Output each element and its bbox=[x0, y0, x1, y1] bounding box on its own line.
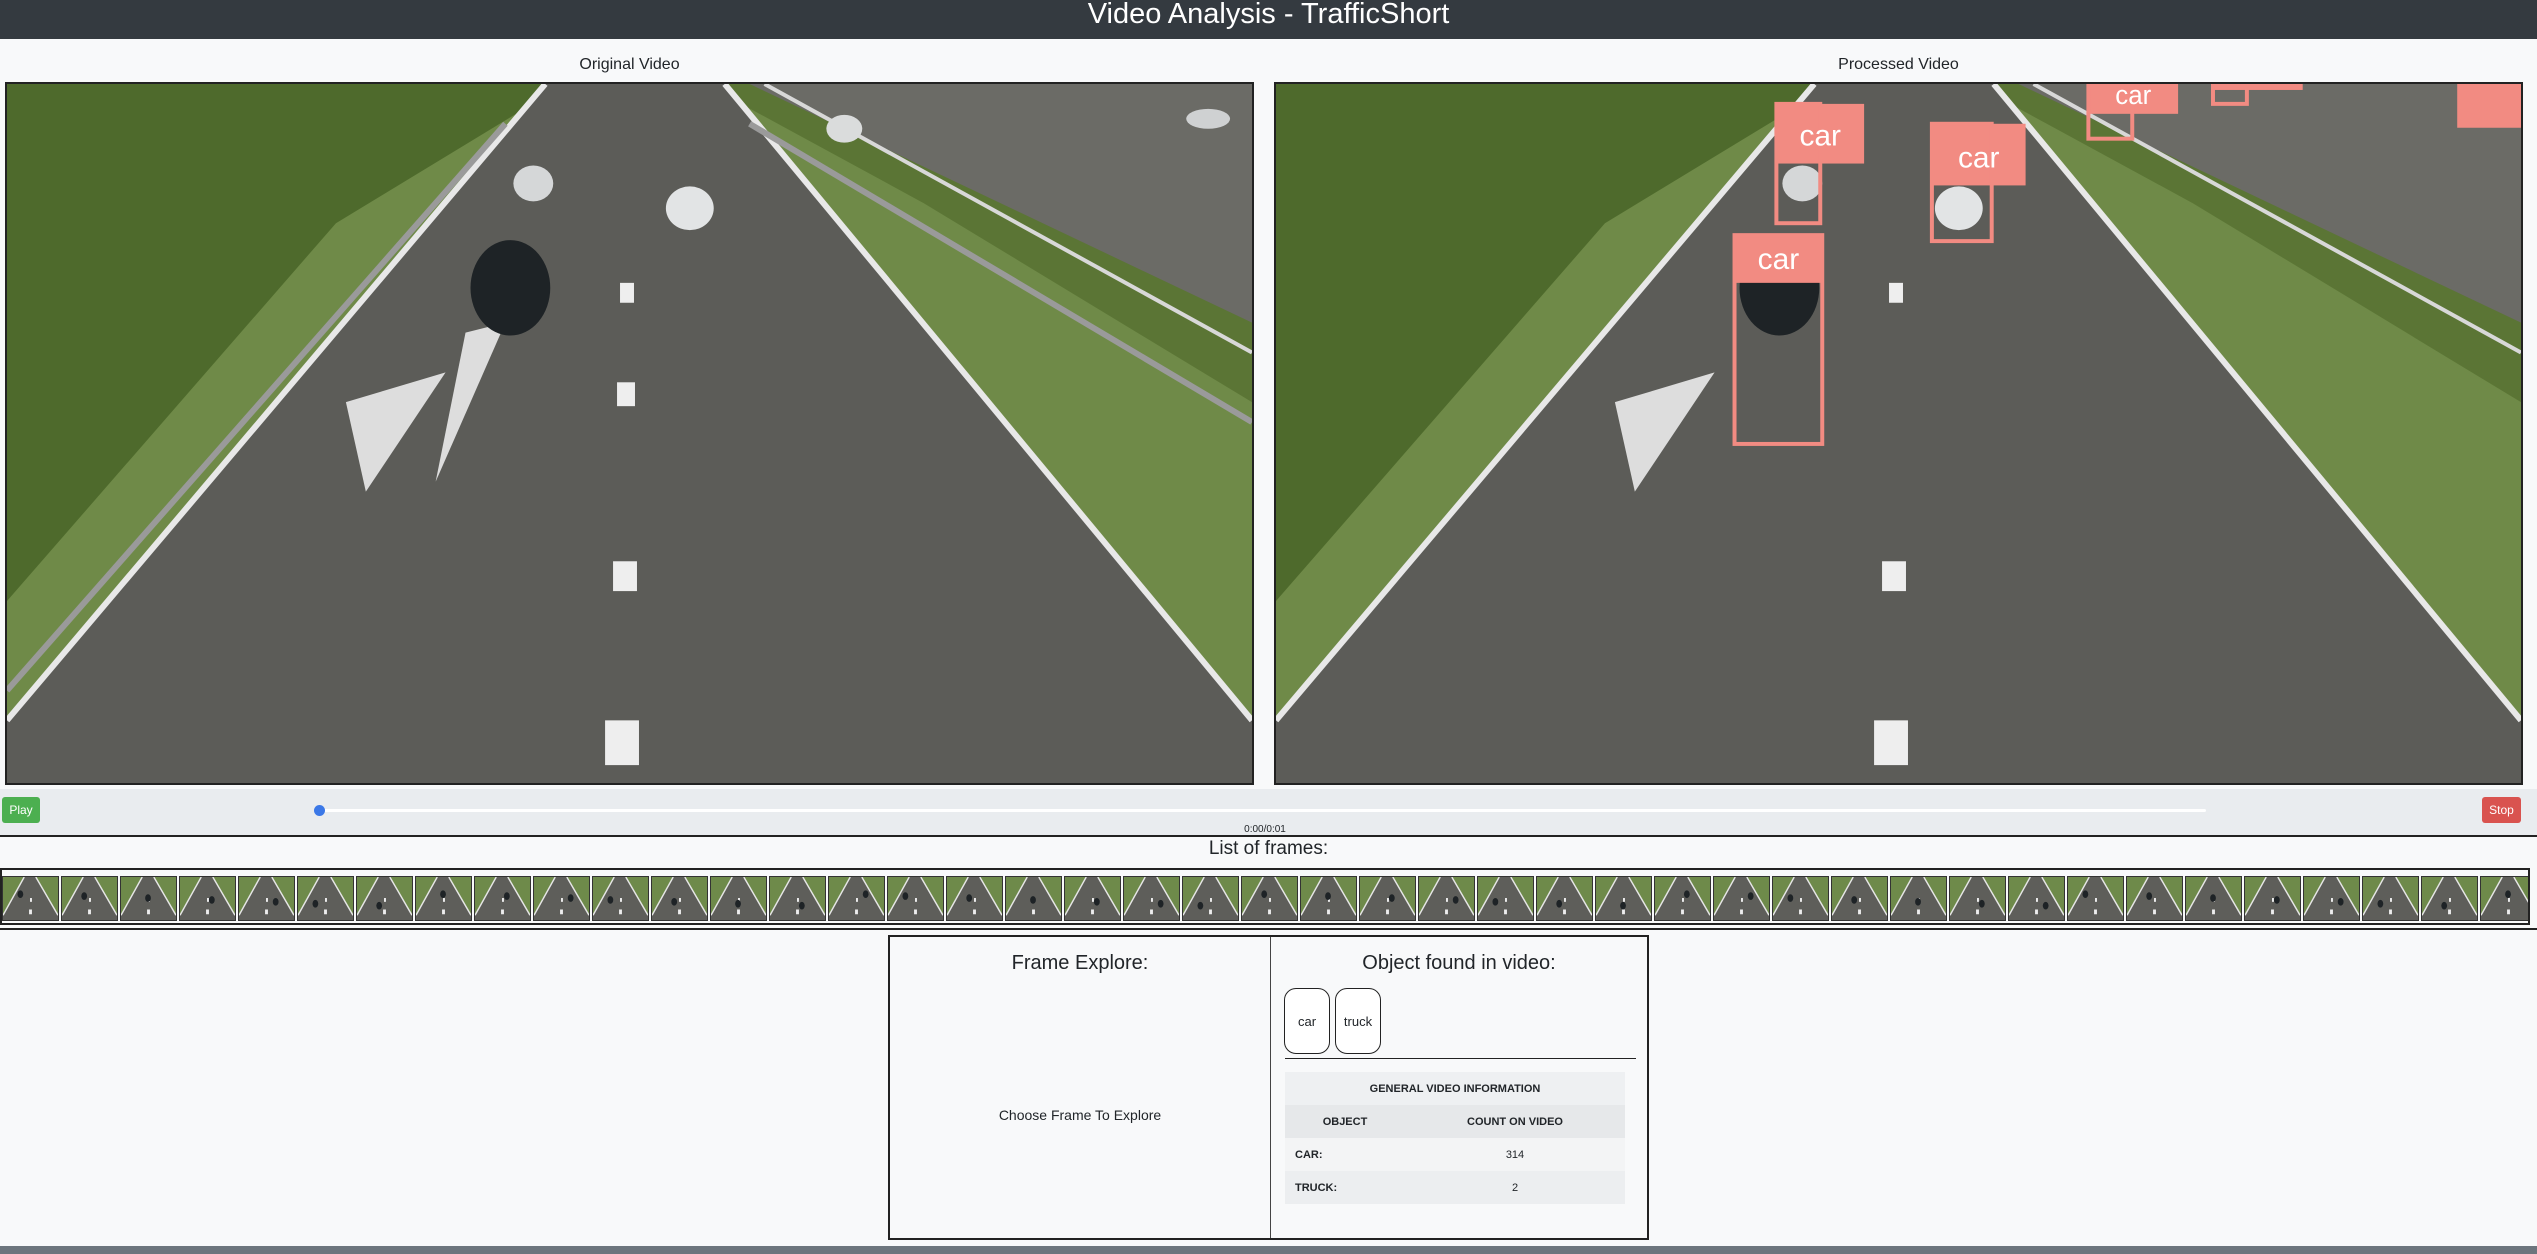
frame-thumbnail[interactable] bbox=[828, 876, 885, 921]
frame-thumbnail[interactable] bbox=[356, 876, 413, 921]
original-video-label: Original Video bbox=[579, 56, 680, 73]
app-header: Video Analysis - TrafficShort bbox=[0, 0, 2537, 39]
play-button[interactable]: Play bbox=[2, 797, 40, 823]
detection-box bbox=[2457, 84, 2521, 128]
page-title: Video Analysis - TrafficShort bbox=[1087, 0, 1450, 30]
playback-controls: Play 0:00/0:01 Stop bbox=[0, 789, 2537, 837]
frame-thumbnail[interactable] bbox=[592, 876, 649, 921]
frame-thumbnail[interactable] bbox=[238, 876, 295, 921]
frame-thumbnail[interactable] bbox=[2480, 876, 2528, 921]
time-display: 0:00/0:01 bbox=[1244, 824, 1286, 835]
frame-thumbnail[interactable] bbox=[474, 876, 531, 921]
panel-divider bbox=[1270, 937, 1271, 1238]
frame-thumbnail[interactable] bbox=[1713, 876, 1770, 921]
frame-thumbnail[interactable] bbox=[533, 876, 590, 921]
general-info-table: GENERAL VIDEO INFORMATION OBJECT COUNT O… bbox=[1285, 1072, 1625, 1204]
frame-explore-title: Frame Explore: bbox=[1011, 952, 1149, 974]
stop-button[interactable]: Stop bbox=[2482, 797, 2521, 823]
frame-thumbnail[interactable] bbox=[946, 876, 1003, 921]
processed-video-label: Processed Video bbox=[1838, 56, 1959, 73]
frame-thumbnail[interactable] bbox=[651, 876, 708, 921]
object-count: 314 bbox=[1405, 1138, 1625, 1171]
frame-thumbnail[interactable] bbox=[2421, 876, 2478, 921]
frame-thumbnail[interactable] bbox=[1536, 876, 1593, 921]
svg-text:car: car bbox=[2115, 84, 2151, 110]
table-row: TRUCK: 2 bbox=[1285, 1171, 1625, 1204]
footer-bar bbox=[0, 1246, 2537, 1254]
frame-thumbnail[interactable] bbox=[1300, 876, 1357, 921]
table-caption: GENERAL VIDEO INFORMATION bbox=[1285, 1072, 1625, 1105]
frame-thumbnail[interactable] bbox=[2185, 876, 2242, 921]
original-video-player[interactable] bbox=[5, 82, 1254, 785]
frame-thumbnail[interactable] bbox=[1241, 876, 1298, 921]
frame-thumbnail[interactable] bbox=[120, 876, 177, 921]
objects-found-title: Object found in video: bbox=[1362, 952, 1556, 974]
frame-thumbnail[interactable] bbox=[1949, 876, 2006, 921]
svg-text:car: car bbox=[1758, 243, 1800, 276]
frame-thumbnail[interactable] bbox=[769, 876, 826, 921]
frame-thumbnail[interactable] bbox=[2244, 876, 2301, 921]
frame-thumbnail[interactable] bbox=[1654, 876, 1711, 921]
frame-thumbnail[interactable] bbox=[710, 876, 767, 921]
original-video-frame bbox=[7, 84, 1252, 783]
frame-thumbnail[interactable] bbox=[1182, 876, 1239, 921]
divider bbox=[1285, 1058, 1636, 1059]
frame-thumbnail[interactable] bbox=[1772, 876, 1829, 921]
svg-text:car: car bbox=[1958, 142, 2000, 175]
seek-slider-thumb[interactable] bbox=[314, 805, 325, 816]
object-count: 2 bbox=[1405, 1171, 1625, 1204]
frame-thumbnail[interactable] bbox=[2126, 876, 2183, 921]
processed-video-frame: car car car car bbox=[1276, 84, 2521, 783]
frame-thumbnail[interactable] bbox=[415, 876, 472, 921]
object-chip-car[interactable]: car bbox=[1284, 988, 1330, 1054]
column-header-object: OBJECT bbox=[1285, 1105, 1405, 1138]
analysis-panel: Frame Explore: Choose Frame To Explore O… bbox=[888, 935, 1649, 1240]
object-name: TRUCK: bbox=[1285, 1171, 1405, 1204]
divider bbox=[0, 928, 2537, 930]
frame-thumbnail[interactable] bbox=[1477, 876, 1534, 921]
frame-thumbnail[interactable] bbox=[1359, 876, 1416, 921]
frame-thumbnail[interactable] bbox=[1595, 876, 1652, 921]
frame-thumbnail[interactable] bbox=[1064, 876, 1121, 921]
frame-thumbnail[interactable] bbox=[2362, 876, 2419, 921]
frame-thumbnail[interactable] bbox=[887, 876, 944, 921]
frames-list-title: List of frames: bbox=[1208, 838, 1329, 859]
frame-thumbnail[interactable] bbox=[1831, 876, 1888, 921]
frame-thumbnail[interactable] bbox=[1123, 876, 1180, 921]
frame-thumbnail[interactable] bbox=[1005, 876, 1062, 921]
object-chip-truck[interactable]: truck bbox=[1335, 988, 1381, 1054]
svg-text:car: car bbox=[1799, 120, 1841, 153]
table-row: CAR: 314 bbox=[1285, 1138, 1625, 1171]
object-name: CAR: bbox=[1285, 1138, 1405, 1171]
frame-thumbnail[interactable] bbox=[2, 876, 59, 921]
column-header-count: COUNT ON VIDEO bbox=[1405, 1105, 1625, 1138]
frame-thumbnail[interactable] bbox=[179, 876, 236, 921]
frame-explore-hint: Choose Frame To Explore bbox=[998, 1107, 1162, 1123]
frame-thumbnail[interactable] bbox=[2303, 876, 2360, 921]
frames-strip bbox=[0, 868, 2530, 925]
frame-thumbnail[interactable] bbox=[297, 876, 354, 921]
processed-video-player[interactable]: car car car car bbox=[1274, 82, 2523, 785]
frame-thumbnail[interactable] bbox=[2008, 876, 2065, 921]
frame-thumbnail[interactable] bbox=[2067, 876, 2124, 921]
frame-thumbnail[interactable] bbox=[1890, 876, 1947, 921]
frame-thumbnail[interactable] bbox=[61, 876, 118, 921]
seek-slider[interactable] bbox=[318, 809, 2206, 812]
frame-thumbnail[interactable] bbox=[1418, 876, 1475, 921]
